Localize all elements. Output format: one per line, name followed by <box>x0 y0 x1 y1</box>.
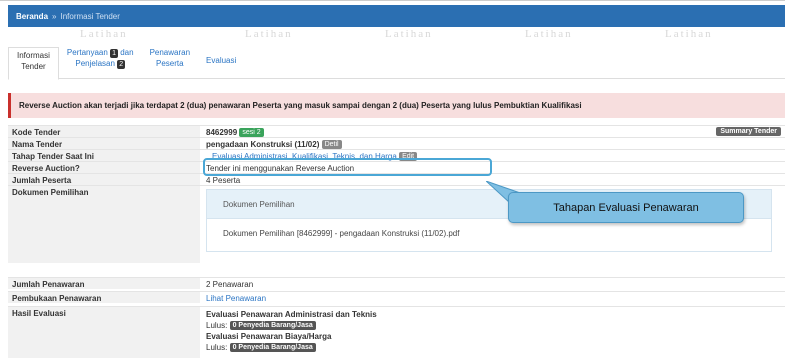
tab-penawaran-peserta[interactable]: Penawaran Peserta <box>142 47 198 79</box>
count-badge: 1 <box>110 49 118 58</box>
tab-label: Penjelasan 2 <box>75 58 126 69</box>
tab-pertanyaan-penjelasan[interactable]: Pertanyaan 1 dan Penjelasan 2 <box>59 47 142 79</box>
tab-evaluasi[interactable]: Evaluasi <box>198 47 244 79</box>
tab-label: Evaluasi <box>206 56 237 65</box>
row-jumlah-penawaran: Jumlah Penawaran 2 Penawaran <box>8 277 785 289</box>
hasil-line: Evaluasi Penawaran Biaya/Harga <box>206 331 377 342</box>
row-kode-tender: Kode Tender 8462999 sesi 2 Summary Tende… <box>8 125 785 137</box>
row-nama-tender: Nama Tender pengadaan Konstruksi (11/02)… <box>8 137 785 149</box>
lihat-penawaran-link[interactable]: Lihat Penawaran <box>206 294 266 303</box>
row-hasil-evaluasi: Hasil Evaluasi Evaluasi Penawaran Admini… <box>8 306 785 358</box>
row-pembukaan-penawaran: Pembukaan Penawaran Lihat Penawaran <box>8 291 785 303</box>
page: Beranda » Informasi Tender Latihan Latih… <box>0 0 785 362</box>
hasil-line: Lulus: 0 Penyedia Barang/Jasa <box>206 342 377 353</box>
hasil-line: Evaluasi Penawaran Administrasi dan Tekn… <box>206 309 377 320</box>
label-tahap-tender: Tahap Tender Saat Ini <box>8 150 200 161</box>
breadcrumb-separator: » <box>52 11 57 21</box>
label-jumlah-penawaran: Jumlah Penawaran <box>8 278 200 289</box>
tab-label: Peserta <box>156 59 184 68</box>
detil-button[interactable]: Detil <box>321 140 342 149</box>
alert-text: Reverse Auction akan terjadi jika terdap… <box>19 101 582 110</box>
tab-label: Penawaran <box>149 48 191 57</box>
tab-text: dan <box>120 48 134 57</box>
value-jumlah-penawaran: 2 Penawaran <box>206 280 254 289</box>
count-badge: 2 <box>117 60 126 69</box>
tab-informasi-tender[interactable]: Informasi Tender <box>8 47 59 80</box>
tab-label: Tender <box>21 62 46 71</box>
breadcrumb-current: Informasi Tender <box>60 11 120 21</box>
tab-bar: Informasi Tender Pertanyaan 1 dan Penjel… <box>8 27 785 80</box>
kode-tender-text: 8462999 <box>206 128 238 137</box>
value-jumlah-peserta: 4 Peserta <box>206 176 241 185</box>
breadcrumb-home[interactable]: Beranda <box>16 12 48 21</box>
label-reverse-auction: Reverse Auction? <box>8 162 200 173</box>
label-kode-tender: Kode Tender <box>8 126 200 137</box>
tab-label: Pertanyaan 1 dan <box>67 47 134 58</box>
label-dokumen-pemilihan: Dokumen Pemilihan <box>8 186 200 263</box>
label-hasil-evaluasi: Hasil Evaluasi <box>8 307 200 358</box>
label-nama-tender: Nama Tender <box>8 138 200 149</box>
lulus-label: Lulus: <box>206 343 228 352</box>
lulus-label: Lulus: <box>206 321 228 330</box>
breadcrumb: Beranda » Informasi Tender <box>8 5 785 27</box>
value-pembukaan-penawaran: Lihat Penawaran <box>206 294 266 303</box>
sesi-badge: sesi 2 <box>239 128 264 137</box>
eval-admin-teknis-title: Evaluasi Penawaran Administrasi dan Tekn… <box>206 310 377 319</box>
tahap-highlight-box <box>203 158 492 176</box>
label-pembukaan-penawaran: Pembukaan Penawaran <box>8 292 200 303</box>
label-jumlah-peserta: Jumlah Peserta <box>8 174 200 185</box>
tahapan-evaluasi-callout: Tahapan Evaluasi Penawaran <box>508 192 744 223</box>
tab-text: Pertanyaan <box>66 48 108 57</box>
tab-text: Penjelasan <box>75 59 115 68</box>
value-nama-tender: pengadaan Konstruksi (11/02) Detil <box>206 140 342 149</box>
value-hasil-evaluasi: Evaluasi Penawaran Administrasi dan Tekn… <box>206 309 377 353</box>
lulus-count-badge: 0 Penyedia Barang/Jasa <box>229 321 316 330</box>
lulus-count-badge: 0 Penyedia Barang/Jasa <box>229 343 316 352</box>
summary-tender-button[interactable]: Summary Tender <box>716 127 781 136</box>
value-kode-tender: 8462999 sesi 2 <box>206 128 264 137</box>
nama-tender-text: pengadaan Konstruksi (11/02) <box>206 140 320 149</box>
tab-label: Informasi <box>17 51 50 60</box>
callout-text: Tahapan Evaluasi Penawaran <box>553 201 699 214</box>
eval-biaya-harga-title: Evaluasi Penawaran Biaya/Harga <box>206 332 332 341</box>
hasil-line: Lulus: 0 Penyedia Barang/Jasa <box>206 320 377 331</box>
reverse-auction-alert: Reverse Auction akan terjadi jika terdap… <box>8 93 785 118</box>
